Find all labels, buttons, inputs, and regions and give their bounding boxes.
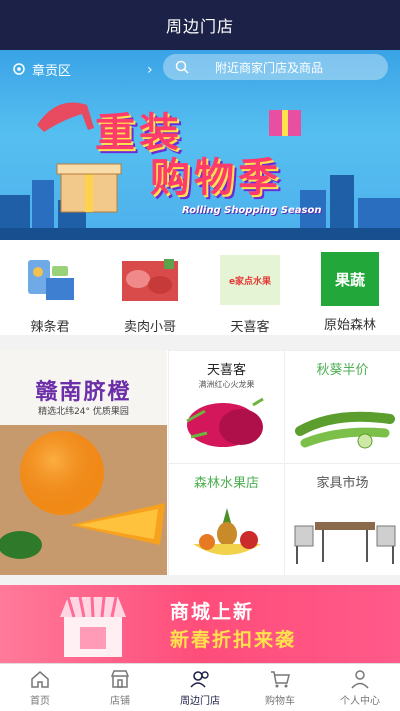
- category-item-forest[interactable]: 果蔬 原始森林: [300, 240, 400, 335]
- profile-icon: [351, 670, 369, 689]
- tile-okra[interactable]: 秋葵半价: [284, 350, 400, 462]
- tile-dragon-fruit[interactable]: 天喜客 满洲红心火龙果: [168, 350, 284, 462]
- tab-label: 店铺: [110, 696, 130, 707]
- category-row: 辣条君 卖肉小哥 e家点水果 天喜客 果蔬 原始森林: [0, 240, 400, 335]
- search-placeholder: 附近商家门店及商品: [215, 60, 324, 75]
- spicy-strips-icon: [28, 260, 74, 300]
- search-input[interactable]: 附近商家门店及商品: [163, 54, 388, 80]
- tile-title: 秋葵半价: [316, 363, 369, 378]
- tab-label: 首页: [30, 696, 50, 707]
- tile-title: 家具市场: [316, 476, 369, 491]
- store-icon: [110, 670, 130, 688]
- category-item-tianxike[interactable]: e家点水果 天喜客: [200, 240, 300, 335]
- storefront-icon: [60, 596, 126, 657]
- tile-subtitle: 满洲红心火龙果: [198, 380, 255, 389]
- tile-furniture[interactable]: 家具市场: [284, 463, 400, 575]
- tile-title: 森林水果店: [193, 476, 259, 491]
- tile-title: 天喜客: [206, 363, 246, 378]
- okra-image: [295, 411, 395, 449]
- tab-home[interactable]: 首页: [0, 664, 80, 711]
- dragon-fruit-image: [186, 397, 264, 447]
- promo-banner[interactable]: 章贡区 › 附近商家门店及商品 重装 购物季 Rolling Shopping …: [0, 50, 400, 240]
- location-selector[interactable]: 章贡区 ›: [12, 60, 153, 79]
- tab-label: 周边门店: [180, 696, 220, 707]
- category-label: 辣条君: [30, 320, 70, 335]
- category-item-meat[interactable]: 卖肉小哥: [100, 240, 200, 335]
- gift-decoration: [56, 163, 122, 213]
- page-title: 周边门店: [165, 17, 234, 36]
- tab-label: 购物车: [265, 696, 295, 707]
- promo-grid: 赣南脐橙 精选北纬24° 优质果园 天喜客 满洲红心火龙果 秋葵半价 森林水果店…: [0, 350, 400, 575]
- produce-badge: 果蔬: [334, 270, 365, 289]
- category-label: 天喜客: [230, 320, 270, 335]
- cart-icon: [271, 671, 290, 688]
- high-heel-decoration: [37, 102, 94, 132]
- category-label: 原始森林: [323, 318, 376, 333]
- bottom-tab-bar: 首页 店铺 周边门店 购物车 个人中心: [0, 663, 400, 711]
- feature-title: 赣南脐橙: [35, 380, 132, 405]
- banner-headline-line2: 购物季: [150, 154, 282, 201]
- search-icon: [175, 60, 189, 74]
- fruit-basket-image: [193, 508, 261, 555]
- tab-store[interactable]: 店铺: [80, 664, 160, 711]
- tile-forest-fruit[interactable]: 森林水果店: [168, 463, 284, 575]
- tab-label: 个人中心: [340, 696, 380, 707]
- category-label: 卖肉小哥: [123, 320, 176, 335]
- new-arrivals-banner[interactable]: 商城上新 新春折扣来袭: [0, 585, 400, 663]
- tab-profile[interactable]: 个人中心: [320, 664, 400, 711]
- chevron-right-icon: ›: [147, 61, 153, 78]
- navel-orange-card[interactable]: 赣南脐橙 精选北纬24° 优质果园: [0, 350, 167, 575]
- location-label: 章贡区: [32, 64, 72, 79]
- category-item-spicy-strips[interactable]: 辣条君: [0, 240, 100, 335]
- furniture-image: [294, 522, 396, 564]
- gift-box-decoration: [269, 110, 301, 136]
- orange-image: [0, 425, 167, 575]
- banner-subtitle: Rolling Shopping Season: [182, 205, 322, 216]
- location-pin-icon: [13, 62, 25, 75]
- banner-line2: 新春折扣来袭: [170, 629, 297, 651]
- tab-nearby[interactable]: 周边门店: [160, 664, 240, 711]
- home-icon: [31, 671, 49, 688]
- meat-icon: [122, 259, 178, 301]
- nearby-icon: [190, 671, 209, 688]
- app-screen: 周边门店 章贡区 › 附近商家门店及商品 重装 购物季 Rolling Shop…: [0, 0, 400, 711]
- banner-line1: 商城上新: [170, 601, 255, 623]
- top-header: 周边门店: [0, 0, 400, 50]
- tab-cart[interactable]: 购物车: [240, 664, 320, 711]
- feature-subtitle: 精选北纬24° 优质果园: [38, 407, 129, 417]
- fruit-shop-badge: e家点水果: [228, 276, 272, 287]
